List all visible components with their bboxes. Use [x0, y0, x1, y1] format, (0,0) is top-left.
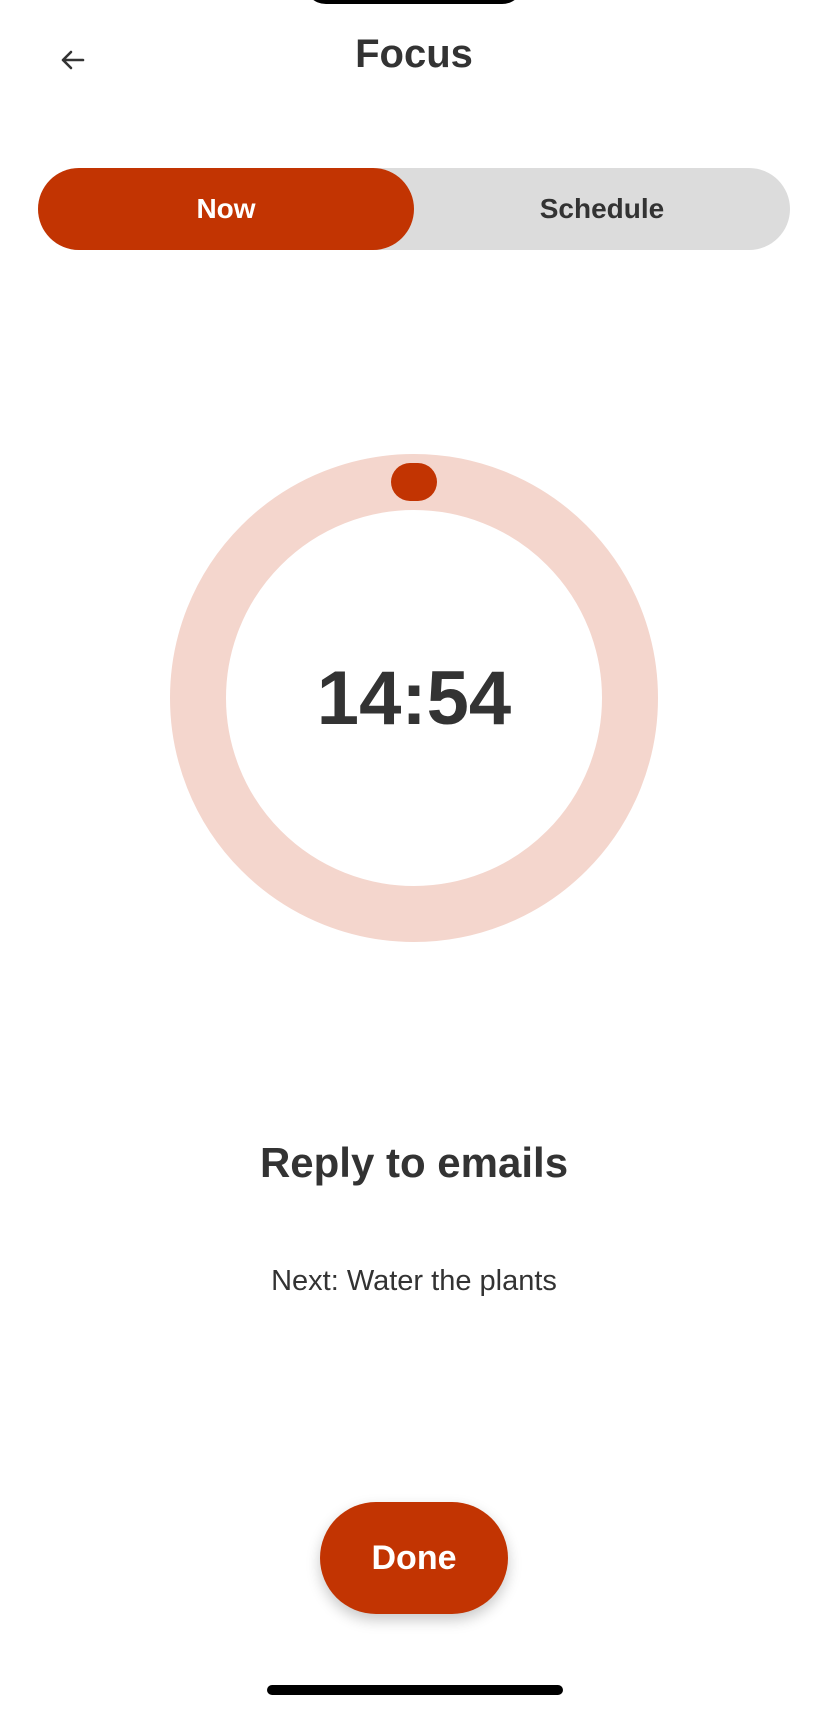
tab-schedule[interactable]: Schedule	[414, 168, 790, 250]
next-task-label: Next: Water the plants	[271, 1265, 557, 1297]
timer-remaining: 14:54	[316, 656, 512, 741]
home-indicator	[267, 1685, 563, 1695]
device-notch	[304, 0, 524, 4]
tab-now[interactable]: Now	[38, 168, 414, 250]
page-title: Focus	[355, 32, 473, 76]
done-button[interactable]: Done	[320, 1502, 508, 1614]
mode-segmented-control: Now Schedule	[38, 168, 790, 250]
current-task-title: Reply to emails	[259, 1139, 569, 1186]
